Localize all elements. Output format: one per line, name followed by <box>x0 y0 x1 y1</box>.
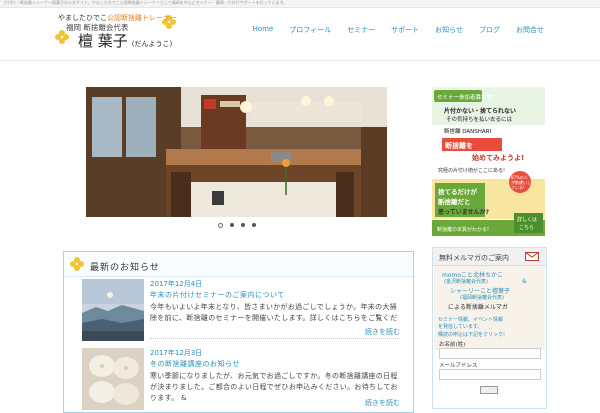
post-title-link[interactable]: 年末の片付けセミナーのご案内について <box>150 290 285 300</box>
tagline-highlight: 公認断捨離トレーナー <box>107 14 177 22</box>
mail-magazine-header: 無料メルマガのご案内 <box>433 248 546 266</box>
ad-footer: 断捨離の本質がわかる! <box>437 227 490 233</box>
site-owner-name[interactable]: 檀 葉子 (だんようこ) <box>78 30 172 51</box>
nav-seminar[interactable]: セミナー <box>339 25 383 35</box>
post-excerpt: 寒い季節になりましたが、お元気でお過ごしですか。冬の断捨離講座の日程が決まりまし… <box>150 372 398 402</box>
nav-contact[interactable]: お問合せ <box>508 25 552 35</box>
ad-q1: 捨てるだけが <box>438 188 477 196</box>
mag-line8: 購読の申込は下記をクリック! <box>438 332 506 338</box>
nav-support[interactable]: サポート <box>383 25 427 35</box>
ad-logo-text: 断捨離 DANSHARI <box>444 129 492 135</box>
news-post: 2017年12月3日 冬の断捨離講座のお知らせ 寒い季節になりましたが、お元気で… <box>82 348 400 410</box>
nav-news[interactable]: お知らせ <box>427 25 471 35</box>
ad-stat: 87%の人が勘違いしている! <box>511 175 531 190</box>
news-title: 最新のお知らせ <box>90 263 160 273</box>
subscribe-button[interactable] <box>480 386 498 394</box>
email-label: メールアドレス <box>439 363 478 369</box>
mag-amp: & <box>522 278 527 285</box>
hero-slider-image[interactable] <box>86 87 387 217</box>
post-date: 2017年12月3日 <box>150 349 203 357</box>
ad-q2: 断捨離だと <box>438 198 471 206</box>
seminar-ad-banner[interactable]: セミナー参加者募集中! 片付かない・捨てられない その気持ちを払い去るには 断捨… <box>432 87 545 236</box>
slider-dot-4[interactable] <box>252 223 256 227</box>
tagline-prefix: やましたひでこ <box>58 14 107 22</box>
top-info-text: 片付け・断捨離トレーナー檀葉子の公式サイト。やましたひでこ公認断捨離トレーナーと… <box>4 0 288 5</box>
slider-dot-1[interactable] <box>218 223 223 228</box>
post-title-link[interactable]: 冬の断捨離講座のお知らせ <box>150 359 240 369</box>
ad-headline2: 始めてみようよ! <box>472 154 525 162</box>
post-excerpt: 今年もいよいよ年末となり、皆さまいかがお過ごしでしょうか。年末の大掃除を前に、断… <box>150 303 398 322</box>
kitchen-photo <box>86 87 387 217</box>
main-nav: Home プロフィール セミナー サポート お知らせ ブログ お問合せ <box>245 25 552 35</box>
nav-home[interactable]: Home <box>245 25 282 35</box>
owner-name-kana: (だんようこ) <box>131 40 173 48</box>
mail-magazine-box: 無料メルマガのご案内 momoこと北林ちかこ (金沢断捨離会代表) & シャーリ… <box>432 247 547 409</box>
email-input[interactable] <box>439 369 541 380</box>
nav-profile[interactable]: プロフィール <box>281 25 339 35</box>
slider-dots <box>218 223 256 228</box>
ad-line2: その気持ちを払い去るには <box>446 117 513 123</box>
slider-dot-3[interactable] <box>241 223 245 227</box>
post-thumbnail[interactable] <box>82 348 144 410</box>
ad-cta1[interactable]: 詳しくは <box>517 216 537 223</box>
mag-line7: を発信しています。 <box>438 324 483 330</box>
post-divider <box>150 338 400 339</box>
clover-icon <box>70 257 84 271</box>
ad-badge: セミナー参加者募集中! <box>437 95 495 101</box>
name-label: お名前(姓) <box>439 342 466 348</box>
ad-headline1: 断捨離を <box>445 142 473 150</box>
news-post: 2017年12月4日 年末の片付けセミナーのご案内について 今年もいよいよ年末と… <box>82 279 400 341</box>
name-input[interactable] <box>439 348 541 359</box>
ad-q3: 思っていませんか? <box>438 209 490 216</box>
ad-cta2[interactable]: こちら <box>519 224 534 231</box>
top-info-bar: 片付け・断捨離トレーナー檀葉子の公式サイト。やましたひでこ公認断捨離トレーナーと… <box>0 0 600 8</box>
mag-line4: (福岡断捨離会代表) <box>460 295 504 301</box>
site-header: やましたひでこ公認断捨離トレーナー 福岡 断捨離会代表 檀 葉子 (だんようこ) … <box>0 8 600 61</box>
mag-line6: セミナー情報、イベント情報 <box>438 317 504 323</box>
mail-magazine-banner[interactable]: momoこと北林ちかこ (金沢断捨離会代表) & シャーリーこと檀葉子 (福岡断… <box>434 266 545 350</box>
mag-line5: による断捨離メルマガ <box>448 304 508 311</box>
news-header: 最新のお知らせ <box>64 252 413 277</box>
slider-dot-2[interactable] <box>230 223 234 227</box>
post-thumbnail[interactable] <box>82 279 144 341</box>
ad-line1: 片付かない・捨てられない <box>444 108 517 115</box>
news-section: 最新のお知らせ 2017年12月4日 年末の片付けセミナーのご案内について 今年… <box>63 251 414 413</box>
post-date: 2017年12月4日 <box>150 280 203 288</box>
mag-line2: (金沢断捨離会代表) <box>444 279 488 285</box>
read-more-link[interactable]: 続きを読む <box>365 327 400 337</box>
nav-blog[interactable]: ブログ <box>471 25 508 35</box>
mail-icon <box>525 252 539 261</box>
ad-sub: 究極の片付け術がここにある! <box>438 168 506 174</box>
owner-name-text: 檀 葉子 <box>78 32 128 50</box>
mail-magazine-title: 無料メルマガのご案内 <box>439 254 509 262</box>
